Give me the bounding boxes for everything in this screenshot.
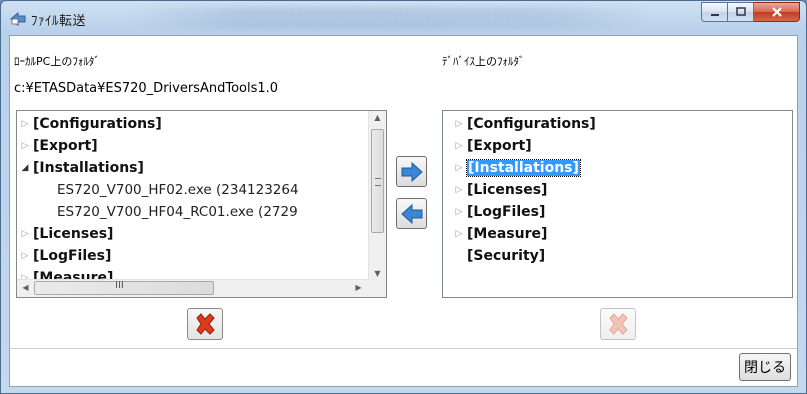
expanded-arrow-icon[interactable]: ◢ (17, 157, 33, 179)
device-tree-item[interactable]: ▷ [LogFiles] (451, 201, 546, 223)
transfer-to-device-button[interactable] (396, 156, 427, 187)
close-icon (771, 7, 782, 17)
vertical-scroll-thumb[interactable] (371, 129, 384, 233)
collapsed-arrow-icon[interactable]: ▷ (451, 113, 467, 135)
local-tree-item[interactable]: ▷ [LogFiles] (17, 245, 112, 267)
arrow-right-icon (401, 161, 423, 182)
local-tree-item[interactable]: ▷ [Export] (17, 135, 98, 157)
collapsed-arrow-icon[interactable]: ▷ (451, 157, 467, 179)
device-folder-tree[interactable]: ▷ [Configurations] ▷ [Export] ▷ [Installati… (442, 110, 793, 298)
device-tree-item-selected[interactable]: ▷ [Installations] (451, 157, 581, 179)
maximize-button[interactable] (728, 2, 754, 22)
local-tree-item[interactable]: ▷ [Measure] (17, 267, 114, 279)
scroll-right-icon[interactable]: ▶ (350, 283, 367, 292)
device-tree-item[interactable]: [Security] (451, 245, 545, 267)
device-tree-item[interactable]: ▷ [Configurations] (451, 113, 596, 135)
collapsed-arrow-icon[interactable]: ▷ (451, 201, 467, 223)
collapsed-arrow-icon[interactable]: ▷ (17, 223, 33, 245)
delete-local-button[interactable] (187, 308, 223, 340)
scroll-left-icon[interactable]: ◀ (17, 283, 34, 292)
device-folder-label: ﾃﾞﾊﾞｲｽ上のﾌｫﾙﾀﾞ (442, 55, 525, 68)
local-vertical-scrollbar[interactable]: ▲ ▼ (368, 111, 386, 280)
title-bar[interactable]: ﾌｧｲﾙ転送 (1, 1, 806, 35)
local-tree-item[interactable]: ▷ [Configurations] (17, 113, 162, 135)
title-background-blur (131, 7, 651, 29)
transfer-app-icon (9, 10, 27, 27)
device-tree-item[interactable]: ▷ [Export] (451, 135, 532, 157)
close-window-button[interactable] (754, 2, 800, 22)
horizontal-scroll-thumb[interactable]: III (34, 280, 214, 295)
delete-x-icon-disabled (609, 313, 628, 335)
maximize-icon (735, 7, 746, 16)
local-folder-label: ﾛｰｶﾙPC上のﾌｫﾙﾀﾞ (14, 55, 100, 68)
collapsed-arrow-icon[interactable]: ▷ (17, 113, 33, 135)
local-horizontal-scrollbar[interactable]: ◀ III ▶ (17, 279, 369, 297)
local-file-item[interactable]: ES720_V700_HF02.exe (234123264 (57, 179, 299, 201)
scroll-grip: III (115, 280, 124, 291)
footer-divider (10, 348, 797, 349)
close-button[interactable]: 閉じる (739, 353, 791, 381)
delete-device-button-disabled[interactable] (600, 308, 636, 340)
dialog-body: ﾛｰｶﾙPC上のﾌｫﾙﾀﾞ ﾃﾞﾊﾞｲｽ上のﾌｫﾙﾀﾞ c:¥ETASData¥… (9, 35, 798, 387)
collapsed-arrow-icon[interactable]: ▷ (17, 267, 33, 279)
local-tree-item[interactable]: ◢ [Installations] (17, 157, 144, 179)
local-file-item[interactable]: ES720_V700_HF04_RC01.exe (2729 (57, 201, 298, 223)
arrow-left-icon (400, 203, 422, 224)
local-tree-item[interactable]: ▷ [Licenses] (17, 223, 114, 245)
collapsed-arrow-icon[interactable]: ▷ (451, 135, 467, 157)
collapsed-arrow-icon[interactable]: ▷ (17, 245, 33, 267)
scroll-down-icon[interactable]: ▼ (369, 269, 386, 278)
collapsed-arrow-icon[interactable]: ▷ (451, 223, 467, 245)
device-tree-item[interactable]: ▷ [Measure] (451, 223, 548, 245)
scroll-up-icon[interactable]: ▲ (369, 113, 386, 122)
delete-x-icon (196, 313, 215, 335)
scroll-corner (369, 280, 386, 297)
device-tree-item[interactable]: ▷ [Licenses] (451, 179, 548, 201)
local-folder-tree[interactable]: ▷ [Configurations] ▷ [Export] ◢ [Installati… (16, 110, 387, 298)
file-transfer-window: ﾌｧｲﾙ転送 ﾛｰｶﾙPC上のﾌｫﾙﾀﾞ ﾃﾞﾊﾞｲｽ上のﾌｫﾙﾀﾞ c:¥ET… (0, 0, 807, 394)
minimize-icon (710, 14, 719, 16)
collapsed-arrow-icon[interactable]: ▷ (17, 135, 33, 157)
caption-buttons (701, 2, 800, 22)
minimize-button[interactable] (701, 2, 728, 22)
window-title: ﾌｧｲﾙ転送 (31, 14, 87, 29)
collapsed-arrow-icon[interactable]: ▷ (451, 179, 467, 201)
local-path: c:¥ETASData¥ES720_DriversAndTools1.0 (14, 81, 279, 96)
transfer-to-local-button[interactable] (396, 198, 427, 229)
